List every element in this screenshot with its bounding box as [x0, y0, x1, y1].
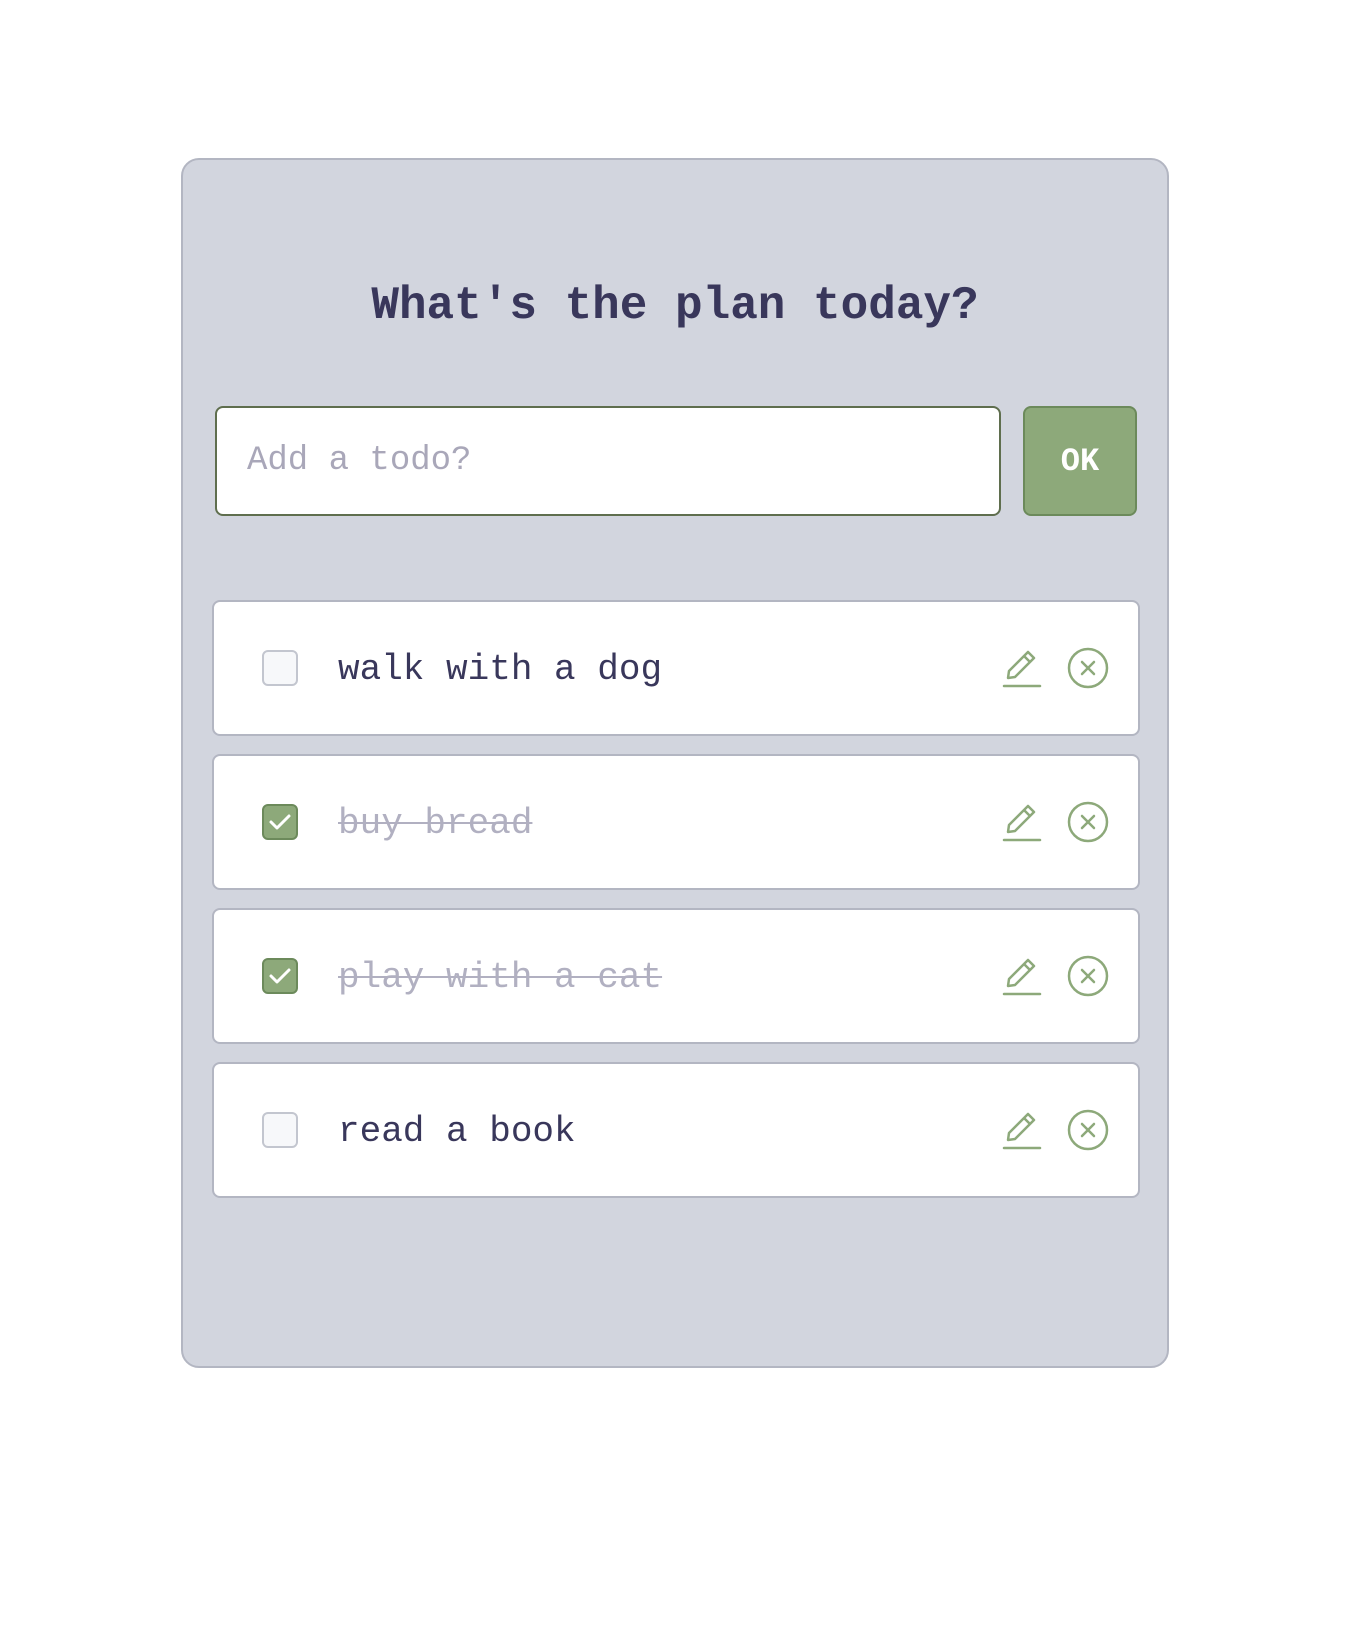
add-todo-form: OK: [215, 406, 1137, 516]
edit-button[interactable]: [1000, 800, 1044, 844]
delete-button[interactable]: [1066, 1108, 1110, 1152]
delete-button[interactable]: [1066, 800, 1110, 844]
todo-input[interactable]: [215, 406, 1001, 516]
delete-button[interactable]: [1066, 954, 1110, 998]
todo-item: buy bread: [212, 754, 1140, 890]
pencil-icon: [1002, 650, 1042, 688]
todo-item: walk with a dog: [212, 600, 1140, 736]
todo-checkbox[interactable]: [262, 1112, 298, 1148]
close-circle-icon: [1067, 801, 1109, 843]
todo-checkbox[interactable]: [262, 958, 298, 994]
close-circle-icon: [1067, 1109, 1109, 1151]
todo-checkbox[interactable]: [262, 650, 298, 686]
pencil-icon: [1002, 1112, 1042, 1150]
pencil-icon: [1002, 958, 1042, 996]
close-circle-icon: [1067, 955, 1109, 997]
todo-item: play with a cat: [212, 908, 1140, 1044]
todo-card: What's the plan today? OK walk with a do…: [181, 158, 1169, 1368]
todo-text: play with a cat: [338, 957, 663, 998]
checkmark-icon: [269, 968, 291, 984]
todo-list: walk with a dog buy bread play with a ca…: [212, 600, 1140, 1216]
edit-button[interactable]: [1000, 646, 1044, 690]
edit-button[interactable]: [1000, 954, 1044, 998]
ok-button[interactable]: OK: [1023, 406, 1137, 516]
todo-text: walk with a dog: [338, 649, 663, 690]
todo-text: read a book: [338, 1111, 576, 1152]
todo-text: buy bread: [338, 803, 533, 844]
todo-checkbox[interactable]: [262, 804, 298, 840]
checkmark-icon: [269, 814, 291, 830]
page-title: What's the plan today?: [371, 280, 979, 332]
close-circle-icon: [1067, 647, 1109, 689]
todo-item: read a book: [212, 1062, 1140, 1198]
pencil-icon: [1002, 804, 1042, 842]
delete-button[interactable]: [1066, 646, 1110, 690]
edit-button[interactable]: [1000, 1108, 1044, 1152]
